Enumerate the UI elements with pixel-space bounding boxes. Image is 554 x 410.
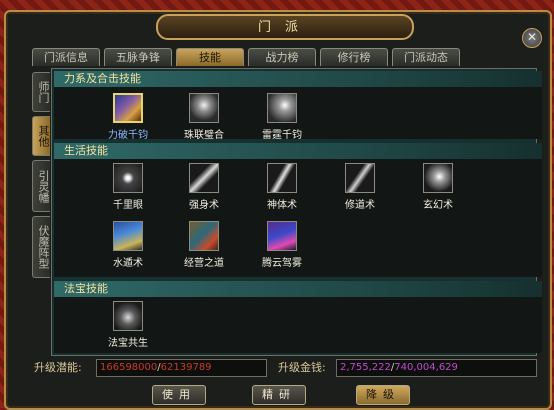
skill-leitingqianjun[interactable]: 雷霆千钧 [250,93,314,141]
skill-qiangshenshu-icon [189,163,219,193]
section-body-life: 千里眼 强身术 神体术 修道术 玄幻术 水遁术 经营之道 腾云驾雾 [54,159,542,277]
side-tab-master[interactable]: 师门 [32,72,50,112]
skill-qiangshenshu[interactable]: 强身术 [172,163,236,211]
use-button[interactable]: 使用 [152,385,206,405]
section-header-treasure: 法宝技能 [54,281,542,297]
skill-zhulianbihe[interactable]: 珠联璧合 [172,93,236,141]
section-body-strength: 力破千钧 珠联璧合 雷霆千钧 [54,87,542,141]
section-body-treasure: 法宝共生 [54,297,542,353]
tab-skills[interactable]: 技能 [176,48,244,66]
skill-jingyingzhidao-icon [189,221,219,251]
sect-window: 门派 ✕ 门派信息 五脉争锋 技能 战力榜 修行榜 门派动态 师门 其他 引灵幡… [4,10,552,410]
skill-shentishu-icon [267,163,297,193]
skill-lipoqianjun[interactable]: 力破千钧 [96,93,160,141]
tab-power-rank[interactable]: 战力榜 [248,48,316,66]
tab-cultivation-rank[interactable]: 修行榜 [320,48,388,66]
close-icon[interactable]: ✕ [522,28,542,48]
skill-leitingqianjun-icon [267,93,297,123]
side-tab-formation[interactable]: 伏魔阵型 [32,216,50,278]
money-label: 升级金钱: [278,361,326,374]
tab-sect-news[interactable]: 门派动态 [392,48,460,66]
skill-fabaogongsheng-icon [113,301,143,331]
skill-xiudaoshu-icon [345,163,375,193]
skill-qianliyan[interactable]: 千里眼 [96,163,160,211]
skill-zhulianbihe-icon [189,93,219,123]
tab-sect-info[interactable]: 门派信息 [32,48,100,66]
section-header-strength: 力系及合击技能 [54,71,542,87]
section-header-life: 生活技能 [54,143,542,159]
skill-tengyunjiawu[interactable]: 腾云驾雾 [250,221,314,269]
tab-five-lines[interactable]: 五脉争锋 [104,48,172,66]
skill-jingyingzhidao[interactable]: 经营之道 [172,221,236,269]
title-plate: 门派 [156,14,414,40]
skill-lipoqianjun-icon [113,93,143,123]
skill-shuidunshu-icon [113,221,143,251]
upgrade-info: 升级潜能: 166598000/62139789 升级金钱: 2,755,222… [20,359,540,379]
window-title: 门派 [257,20,312,35]
skill-shuidunshu[interactable]: 水遁术 [96,221,160,269]
skill-xiudaoshu[interactable]: 修道术 [328,163,392,211]
potential-label: 升级潜能: [34,361,82,374]
money-value: 2,755,222/740,004,629 [336,359,537,377]
skill-xuanhuanshu-icon [423,163,453,193]
skill-shentishu[interactable]: 神体术 [250,163,314,211]
side-tab-soul-banner[interactable]: 引灵幡 [32,160,50,212]
skill-xuanhuanshu[interactable]: 玄幻术 [406,163,470,211]
downgrade-button[interactable]: 降级 [356,385,410,405]
refine-button[interactable]: 精研 [252,385,306,405]
skill-fabaogongsheng[interactable]: 法宝共生 [96,301,160,349]
skill-tengyunjiawu-icon [267,221,297,251]
potential-value: 166598000/62139789 [96,359,267,377]
skills-panel: 力系及合击技能 力破千钧 珠联璧合 雷霆千钧 生活技能 千里眼 强身术 神体术 … [51,68,542,356]
side-tab-other[interactable]: 其他 [32,116,50,156]
skill-qianliyan-icon [113,163,143,193]
